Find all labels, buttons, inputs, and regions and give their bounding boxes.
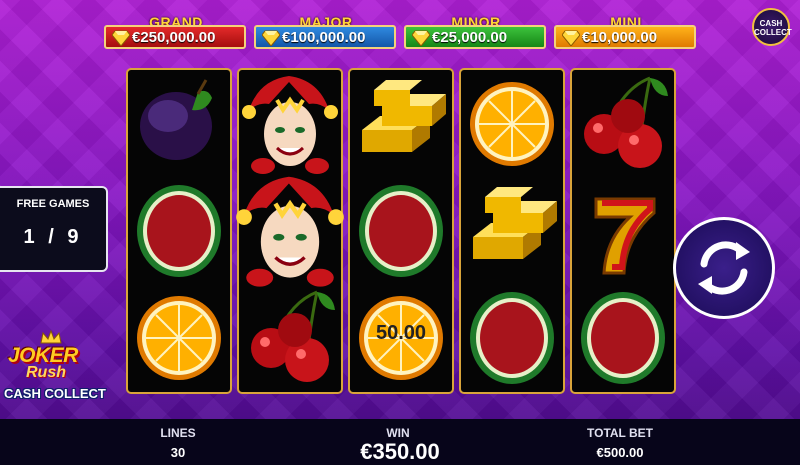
logo-cash-collect-text: CASH COLLECT	[4, 386, 106, 401]
cash-value-label: 50.00	[375, 322, 427, 344]
jackpot-major: MAJOR €100,000.00	[254, 14, 398, 52]
symbol-joker	[239, 70, 341, 177]
win-label: WIN	[386, 426, 410, 440]
jackpot-grand-value: €250,000.00	[132, 29, 216, 46]
crown-icon	[40, 330, 62, 344]
free-games-title: FREE GAMES	[16, 198, 90, 210]
jackpot-grand-box: €250,000.00	[104, 25, 246, 49]
cash-collect-badge-line2: COLLECT	[754, 28, 792, 37]
spin-button[interactable]	[673, 217, 775, 319]
reel-5	[570, 68, 676, 394]
refresh-icon	[698, 241, 750, 295]
lines-value: 30	[170, 445, 186, 460]
bottom-bar: LINES 30 WIN €350.00 TOTAL BET €500.00	[0, 419, 800, 465]
jackpot-minor-value: €25,000.00	[432, 29, 508, 46]
jackpot-mini-value: €10,000.00	[582, 29, 658, 46]
win-value: €350.00	[360, 439, 440, 464]
lines-label: LINES	[160, 426, 196, 440]
cash-collect-badge-line1: CASH	[759, 19, 783, 28]
symbol-watermelon	[461, 284, 563, 391]
symbol-orange	[128, 284, 230, 391]
jackpot-mini: MINI €10,000.00	[554, 14, 698, 52]
diamond-icon	[412, 30, 430, 46]
symbol-cherry	[572, 70, 674, 177]
game-logo: JOKER Rush CASH COLLECT	[2, 330, 120, 406]
logo-rush-text: Rush	[26, 364, 66, 381]
symbol-watermelon	[350, 177, 452, 284]
total-bet-value[interactable]: €500.00	[570, 445, 670, 460]
symbol-gold-bars	[461, 177, 563, 284]
symbol-seven	[572, 177, 674, 284]
jackpot-major-value: €100,000.00	[282, 29, 366, 46]
jackpot-minor-box: €25,000.00	[404, 25, 546, 49]
symbol-watermelon	[572, 284, 674, 391]
jackpot-minor: MINOR €25,000.00	[404, 14, 548, 52]
jackpot-grand: GRAND €250,000.00	[104, 14, 248, 52]
free-games-count: 1 / 9	[23, 226, 83, 248]
symbol-gold-bars	[350, 70, 452, 177]
symbol-watermelon	[128, 177, 230, 284]
reel-grid: 50.00	[126, 68, 678, 394]
symbol-orange	[461, 70, 563, 177]
diamond-icon	[262, 30, 280, 46]
diamond-icon	[112, 30, 130, 46]
jackpot-mini-box: €10,000.00	[554, 25, 696, 49]
jackpot-major-box: €100,000.00	[254, 25, 396, 49]
symbol-plum	[128, 70, 230, 177]
symbol-orange-cash: 50.00	[350, 284, 452, 391]
total-bet-label: TOTAL BET	[587, 426, 653, 440]
reel-3: 50.00	[348, 68, 454, 394]
jackpot-panel: GRAND €250,000.00 MAJOR €100,000.00 MINO…	[104, 14, 702, 52]
reel-4	[459, 68, 565, 394]
free-games-counter: FREE GAMES 1 / 9	[0, 186, 108, 272]
cash-collect-info-button[interactable]: CASH COLLECT	[752, 8, 792, 46]
symbol-cherry	[239, 284, 341, 391]
reel-1	[126, 68, 232, 394]
symbol-joker-expanded	[226, 170, 354, 290]
diamond-icon	[562, 30, 580, 46]
